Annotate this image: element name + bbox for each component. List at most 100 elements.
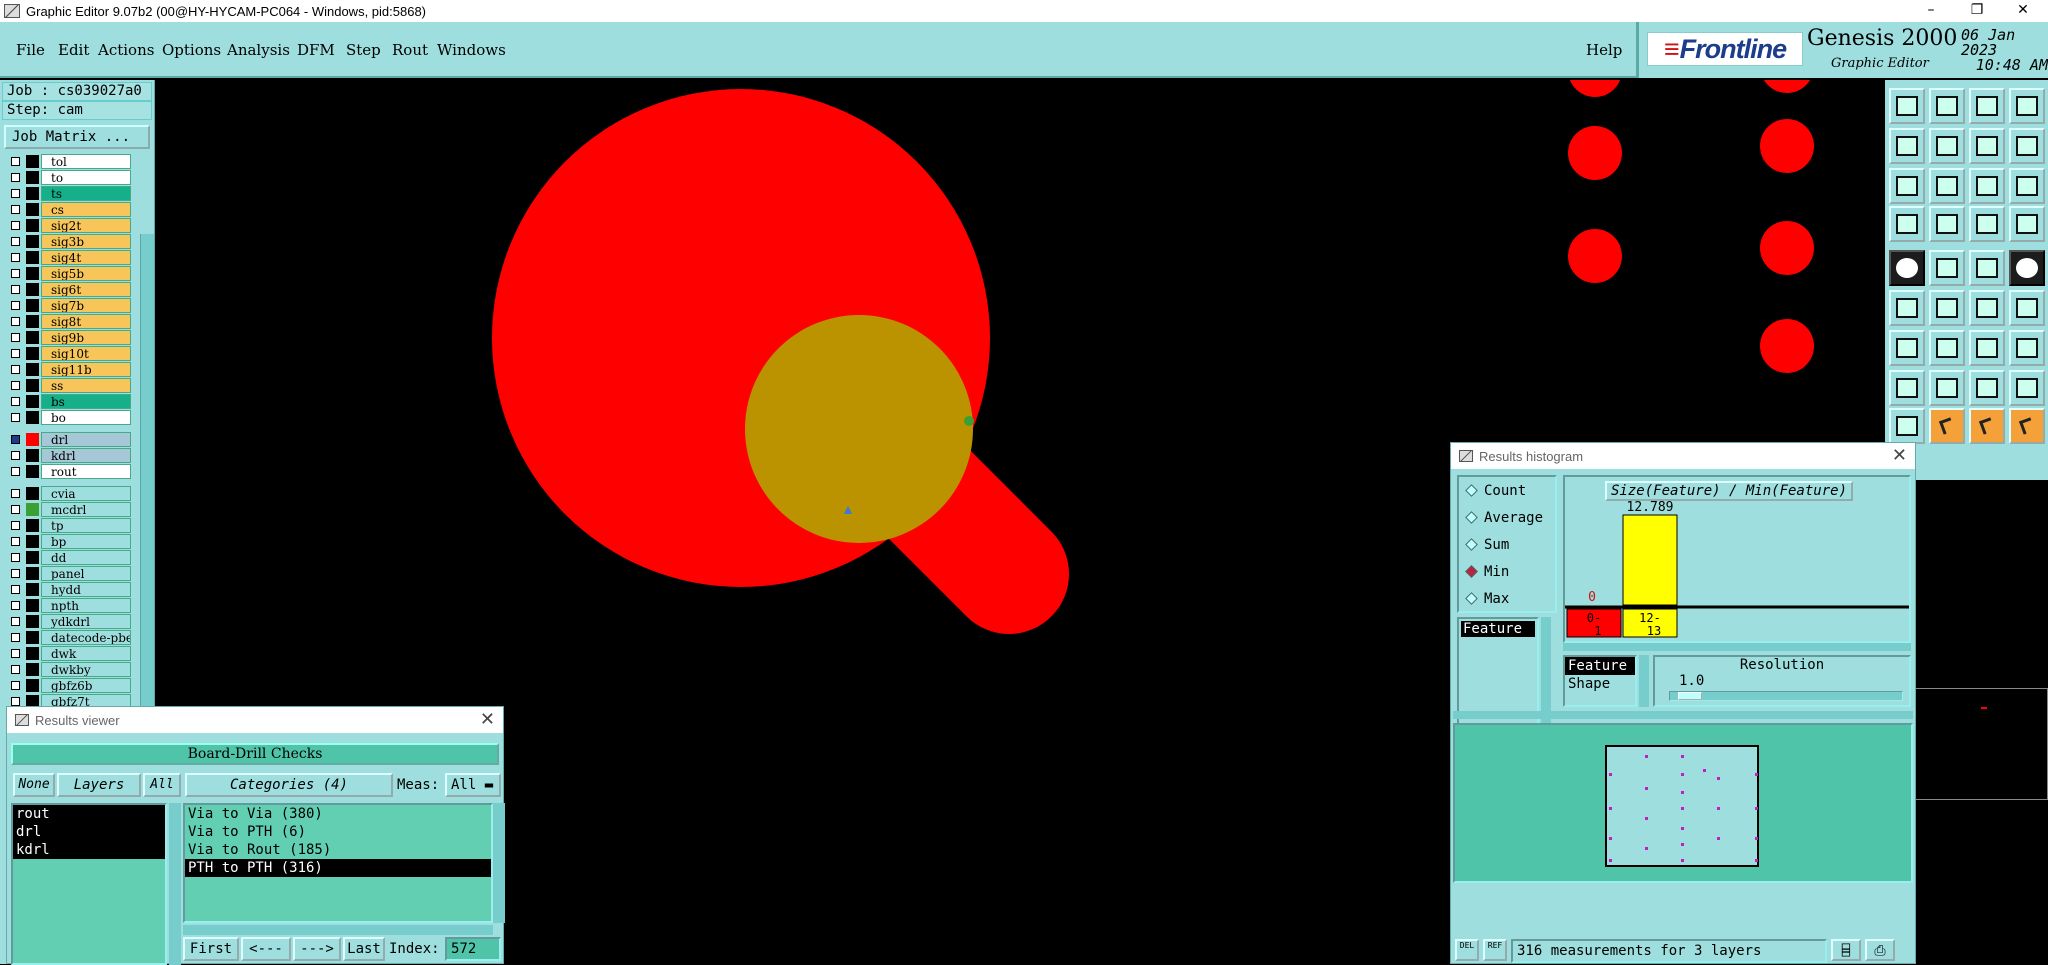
layer-checkbox[interactable]: [11, 317, 20, 326]
layer-color-swatch[interactable]: [26, 187, 39, 200]
layer-checkbox[interactable]: [11, 157, 20, 166]
draw-icon[interactable]: [1929, 250, 1965, 286]
layer-name[interactable]: cs: [41, 202, 131, 217]
layer-color-swatch[interactable]: [26, 379, 39, 392]
layer-checkbox[interactable]: [11, 553, 20, 562]
resolution-slider[interactable]: [1669, 691, 1903, 701]
layer-row-panel[interactable]: panel: [8, 566, 131, 581]
layer-color-swatch[interactable]: [26, 299, 39, 312]
board-preview[interactable]: [1453, 723, 1913, 883]
layer-name[interactable]: sig2t: [41, 218, 131, 233]
layer-checkbox[interactable]: [11, 681, 20, 690]
snap-icon[interactable]: [1969, 128, 2005, 164]
first-button[interactable]: First: [183, 937, 239, 961]
del-button-bottom[interactable]: DEL: [1455, 939, 1479, 961]
layer-color-swatch[interactable]: [26, 433, 39, 446]
layer-row-dwkby[interactable]: dwkby: [8, 662, 131, 677]
mode-average-radio[interactable]: Average: [1465, 510, 1543, 526]
close-icon[interactable]: ✕: [480, 709, 495, 730]
measure-icon[interactable]: [1969, 250, 2005, 286]
layer-color-swatch[interactable]: [26, 647, 39, 660]
point-icon[interactable]: [1969, 290, 2005, 326]
histogram-bar[interactable]: [1622, 514, 1678, 606]
next-button[interactable]: --->: [293, 937, 341, 961]
layer-name[interactable]: dwk: [41, 646, 131, 661]
layer-checkbox[interactable]: [11, 537, 20, 546]
layer-name[interactable]: sig8t: [41, 314, 131, 329]
layer-row-mcdrl[interactable]: mcdrl: [8, 502, 131, 517]
category-item[interactable]: Via to Rout (185): [185, 841, 491, 859]
result-layer-item[interactable]: drl: [13, 823, 165, 841]
layer-checkbox[interactable]: [11, 365, 20, 374]
close-icon[interactable]: ✕: [1892, 445, 1907, 466]
slope-icon[interactable]: [1929, 330, 1965, 366]
layer-row-ydkdrl[interactable]: ydkdrl: [8, 614, 131, 629]
category-scrollbar[interactable]: [493, 803, 505, 923]
layer-checkbox[interactable]: [11, 649, 20, 658]
mode-min-radio[interactable]: Min: [1465, 564, 1509, 580]
import-icon[interactable]: [1889, 128, 1925, 164]
mode-max-radio[interactable]: Max: [1465, 591, 1509, 607]
node-icon[interactable]: [1889, 370, 1925, 406]
layer-checkbox[interactable]: [11, 617, 20, 626]
menu-file[interactable]: File: [16, 41, 45, 59]
layer-name[interactable]: sig10t: [41, 346, 131, 361]
layer-row-datecode-pbe[interactable]: datecode-pbe: [8, 630, 131, 645]
layer-row-drl[interactable]: drl: [8, 432, 131, 447]
menu-rout[interactable]: Rout: [392, 41, 428, 59]
layer-color-swatch[interactable]: [26, 679, 39, 692]
layer-color-swatch[interactable]: [26, 631, 39, 644]
layer-row-sig5b[interactable]: sig5b: [8, 266, 131, 281]
layer-name[interactable]: sig4t: [41, 250, 131, 265]
layer-checkbox[interactable]: [11, 189, 20, 198]
layer-color-swatch[interactable]: [26, 331, 39, 344]
board-drill-checks-button[interactable]: Board-Drill Checks: [11, 743, 499, 765]
ref-button-bottom[interactable]: REF: [1483, 939, 1507, 961]
layer-color-swatch[interactable]: [26, 267, 39, 280]
layer-name[interactable]: tol: [41, 154, 131, 169]
layer-row-cs[interactable]: cs: [8, 202, 131, 217]
meas-select[interactable]: All ▬: [445, 773, 501, 797]
result-layer-item[interactable]: rout: [13, 805, 165, 823]
layer-name[interactable]: mcdrl: [41, 502, 131, 517]
layer-row-dwk[interactable]: dwk: [8, 646, 131, 661]
layer-row-sig9b[interactable]: sig9b: [8, 330, 131, 345]
last-button[interactable]: Last: [343, 937, 385, 961]
layer-checkbox[interactable]: [11, 253, 20, 262]
layer-color-swatch[interactable]: [26, 465, 39, 478]
layer-checkbox[interactable]: [11, 173, 20, 182]
cross-icon[interactable]: [1929, 290, 1965, 326]
layer-checkbox[interactable]: [11, 285, 20, 294]
layer-name[interactable]: sig11b: [41, 362, 131, 377]
layer-name[interactable]: ts: [41, 186, 131, 201]
layer-color-swatch[interactable]: [26, 551, 39, 564]
layer-name[interactable]: sig3b: [41, 234, 131, 249]
layer-row-sig11b[interactable]: sig11b: [8, 362, 131, 377]
layer-name[interactable]: to: [41, 170, 131, 185]
layer-row-npth[interactable]: npth: [8, 598, 131, 613]
layer-name[interactable]: gbfz6b: [41, 678, 131, 693]
layer-name[interactable]: cvia: [41, 486, 131, 501]
chart-hscrollbar[interactable]: [1563, 643, 1911, 651]
attribute-item[interactable]: Feature: [1565, 657, 1635, 675]
triangle-icon[interactable]: [1889, 408, 1925, 444]
bar-icon[interactable]: [1929, 370, 1965, 406]
grid-icon[interactable]: [2009, 88, 2045, 124]
menu-windows[interactable]: Windows: [437, 41, 506, 59]
save-icon[interactable]: [1929, 88, 1965, 124]
layer-row-sig10t[interactable]: sig10t: [8, 346, 131, 361]
layer-color-swatch[interactable]: [26, 235, 39, 248]
layer-row-hydd[interactable]: hydd: [8, 582, 131, 597]
open-job-icon[interactable]: [1889, 88, 1925, 124]
group-icon[interactable]: [2009, 370, 2045, 406]
layer-color-swatch[interactable]: [26, 535, 39, 548]
layer-name[interactable]: hydd: [41, 582, 131, 597]
fill-icon[interactable]: [1889, 250, 1925, 286]
copy-icon[interactable]: [2009, 128, 2045, 164]
layer-row-gbfz6b[interactable]: gbfz6b: [8, 678, 131, 693]
layer-color-swatch[interactable]: [26, 663, 39, 676]
layer-color-swatch[interactable]: [26, 487, 39, 500]
align-icon[interactable]: [1969, 370, 2005, 406]
attribute-item[interactable]: Shape: [1565, 675, 1635, 693]
distribute-icon[interactable]: [2009, 330, 2045, 366]
